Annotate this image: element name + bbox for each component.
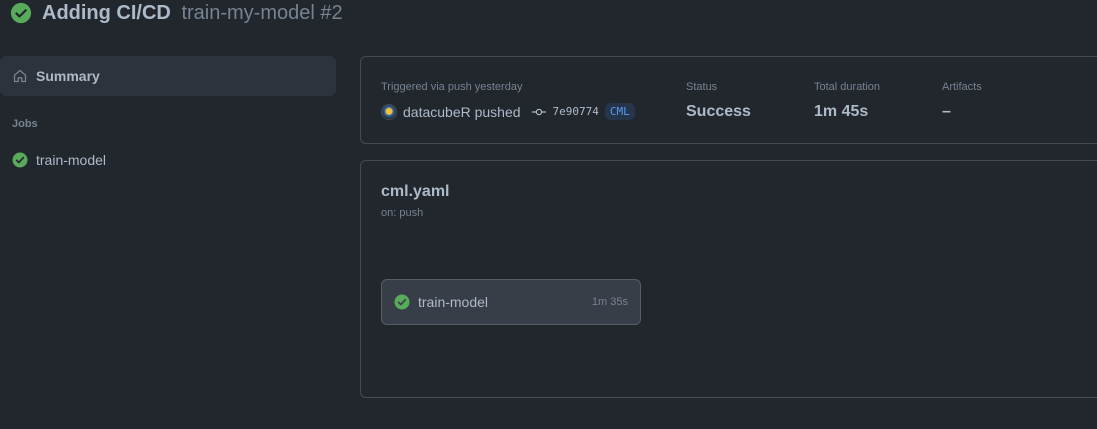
duration-info: Total duration 1m 45s <box>814 80 880 121</box>
sidebar-item-label: Summary <box>36 68 100 84</box>
sidebar: Summary Jobs train-model <box>0 56 336 176</box>
branch-badge[interactable]: CML <box>604 103 635 120</box>
workflow-file-name: cml.yaml <box>381 183 450 200</box>
home-icon <box>13 69 27 83</box>
commit-sha-link[interactable]: 7e90774 <box>553 105 599 118</box>
sidebar-item-summary[interactable]: Summary <box>0 56 336 96</box>
trigger-label: Triggered via push yesterday <box>381 81 523 93</box>
run-header: Adding CI/CD train-my-model #2 <box>10 0 343 26</box>
avatar[interactable] <box>381 103 397 120</box>
status-info: Status Success <box>686 80 751 121</box>
job-name: train-model <box>418 294 489 310</box>
jobs-heading: Jobs <box>12 118 38 130</box>
status-label: Status <box>686 81 718 93</box>
trigger-row: datacubeR pushed 7e90774 CML <box>381 103 635 120</box>
duration-value: 1m 45s <box>814 103 869 120</box>
check-circle-fill-icon <box>394 294 410 310</box>
trigger-info: Triggered via push yesterday datacubeR p… <box>381 80 635 120</box>
artifacts-value: – <box>942 103 951 120</box>
check-circle-fill-icon <box>12 152 28 168</box>
job-node-train-model[interactable]: train-model 1m 35s <box>381 279 641 325</box>
workflow-trigger: on: push <box>381 207 424 219</box>
job-duration: 1m 35s <box>591 296 628 308</box>
workflow-run-page: Adding CI/CD train-my-model #2 Summary J… <box>0 0 1097 429</box>
workflow-name: Adding CI/CD <box>42 2 171 24</box>
artifacts-info: Artifacts – <box>942 80 982 121</box>
artifacts-label: Artifacts <box>942 81 982 93</box>
sidebar-item-label: train-model <box>36 152 107 168</box>
workflow-graph-card: cml.yaml on: push train-model 1m 35s <box>360 160 1097 398</box>
sidebar-item-train-model[interactable]: train-model <box>0 144 336 176</box>
run-name: train-my-model #2 <box>181 2 343 24</box>
run-summary-card: Triggered via push yesterday datacubeR p… <box>360 56 1097 144</box>
check-circle-fill-icon <box>10 2 32 24</box>
git-commit-icon <box>531 108 546 115</box>
page-title: Adding CI/CD train-my-model #2 <box>42 1 343 25</box>
actor-label[interactable]: datacubeR pushed <box>403 104 521 120</box>
status-value: Success <box>686 103 751 120</box>
duration-label: Total duration <box>814 81 881 93</box>
